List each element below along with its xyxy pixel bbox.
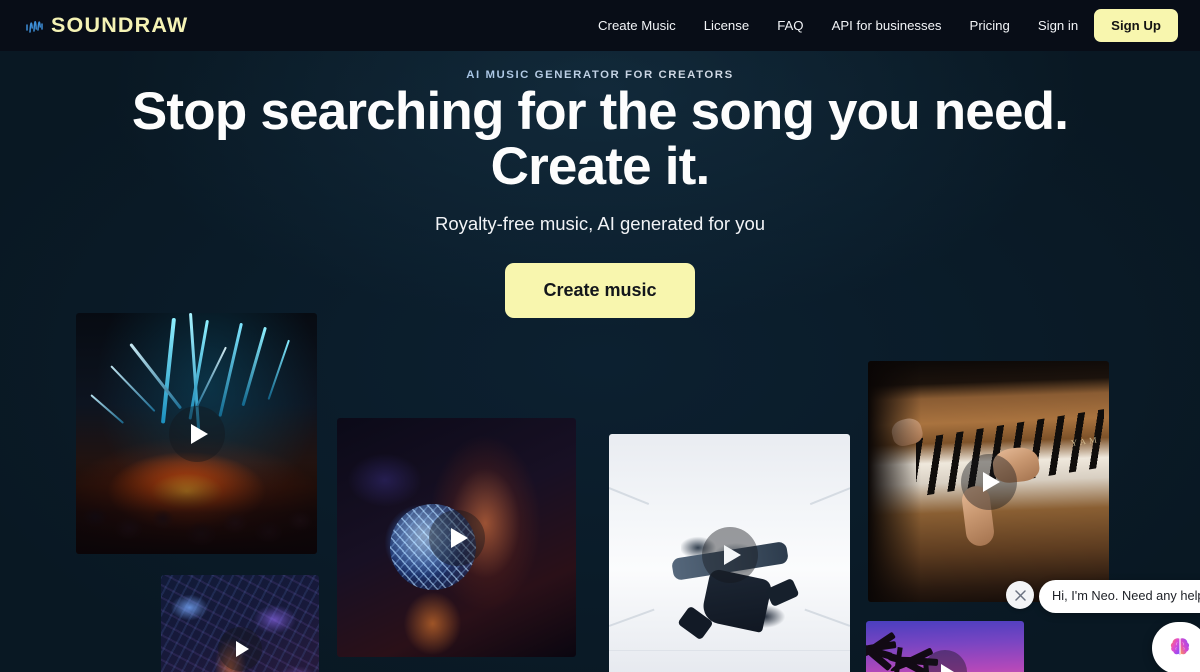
play-icon[interactable] [428,509,485,566]
crowd-silhouette [76,462,317,554]
hero-cta-wrapper: Create music [0,263,1200,318]
brand-name: SOUNDRAW [51,12,189,37]
video-card-concert-lasers[interactable] [76,313,317,554]
nav-item-license[interactable]: License [690,19,763,32]
page-title: Stop searching for the song you need. Cr… [0,84,1200,194]
hero-eyebrow: AI MUSIC GENERATOR FOR CREATORS [0,69,1200,81]
video-card-disco-ball[interactable] [337,418,576,657]
headline-line-1: Stop searching for the song you need. [131,82,1069,141]
video-card-dancer-white-room[interactable] [609,434,850,672]
video-card-piano-hands[interactable]: YAM [868,361,1109,602]
play-icon[interactable] [168,405,225,462]
video-card-city-night[interactable] [161,575,319,672]
hero-section: AI MUSIC GENERATOR FOR CREATORS Stop sea… [0,51,1200,672]
main-nav: Create Music License FAQ API for busines… [584,9,1178,42]
neo-brain-avatar-icon [1170,638,1190,656]
play-icon[interactable] [701,526,758,583]
video-card-sunset-palms[interactable] [866,621,1024,672]
sign-up-button[interactable]: Sign Up [1094,9,1178,42]
headline-line-2: Create it. [490,137,711,197]
waveform-icon [26,20,43,33]
nav-item-faq[interactable]: FAQ [763,19,817,32]
chat-close-button[interactable] [1006,581,1034,609]
chat-greeting-bubble[interactable]: Hi, I'm Neo. Need any help? [1039,580,1200,613]
create-music-button[interactable]: Create music [505,263,695,318]
chat-launcher-button[interactable] [1152,622,1200,672]
nav-item-api-for-businesses[interactable]: API for businesses [818,19,956,32]
hero-subtitle: Royalty-free music, AI generated for you [434,213,766,234]
nav-item-pricing[interactable]: Pricing [956,19,1024,32]
brand-logo[interactable]: SOUNDRAW [24,13,188,39]
play-icon[interactable] [218,627,262,671]
close-icon [1014,589,1026,601]
nav-item-create-music[interactable]: Create Music [584,19,690,32]
site-header: SOUNDRAW Create Music License FAQ API fo… [0,0,1200,51]
nav-item-sign-in[interactable]: Sign in [1024,19,1094,32]
play-icon[interactable] [960,453,1017,510]
